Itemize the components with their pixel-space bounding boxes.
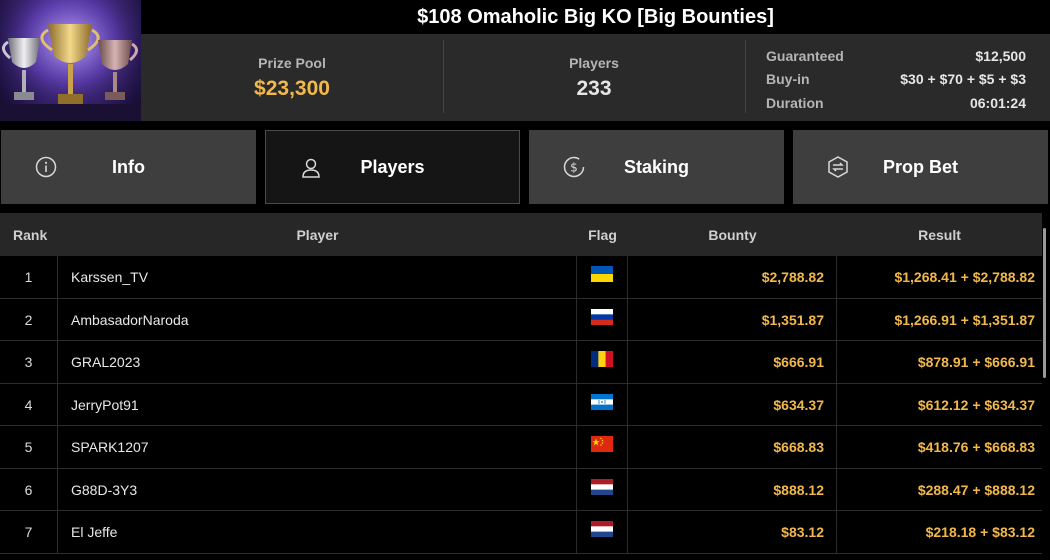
- tab-staking[interactable]: $ Staking: [529, 130, 784, 204]
- detail-value: $12,500: [975, 47, 1026, 64]
- bounty-cell: $668.83: [628, 426, 837, 468]
- column-header-rank[interactable]: Rank: [13, 213, 47, 256]
- detail-buy-in: Buy-in $30 + $70 + $5 + $3: [766, 68, 1026, 92]
- flag-romania-icon: [591, 351, 613, 367]
- result-cell: $418.76 + $668.83: [917, 439, 1035, 455]
- tournament-title: $108 Omaholic Big KO [Big Bounties]: [141, 0, 1050, 34]
- bounty-cell: $666.91: [628, 341, 837, 383]
- bounty-cell: $634.37: [628, 383, 837, 426]
- result-cell: $1,266.91 + $1,351.87: [894, 311, 1035, 328]
- tournament-trophy-image: [0, 0, 141, 121]
- player-name-cell[interactable]: GRAL2023: [58, 341, 577, 383]
- flag-cell: [577, 468, 628, 511]
- tab-label: Players: [360, 156, 425, 177]
- divider: [745, 40, 746, 113]
- prize-pool-label: Prize Pool: [258, 54, 326, 71]
- flag-cell: [577, 511, 628, 553]
- column-header-player[interactable]: Player: [58, 213, 577, 256]
- detail-value: 06:01:24: [969, 94, 1026, 111]
- prize-pool-value: $23,300: [254, 76, 330, 100]
- tournament-info-strip: Prize Pool $23,300 Players 233 Guarantee…: [141, 34, 1050, 121]
- player-name-cell[interactable]: JerryPot91: [58, 383, 577, 426]
- dollar-coin-icon: $: [563, 156, 585, 178]
- scrollbar[interactable]: [1043, 228, 1046, 378]
- players-table: Rank Player Flag Bounty Result 1 Karssen…: [0, 213, 1050, 560]
- trophy-icon: [0, 0, 141, 121]
- column-header-result[interactable]: Result: [837, 213, 1042, 256]
- tab-label: Info: [112, 156, 145, 177]
- flag-russia-icon: [591, 308, 613, 325]
- rank-cell: 7: [0, 511, 58, 553]
- table-header: Rank Player Flag Bounty Result: [0, 213, 1042, 256]
- svg-text:$: $: [570, 161, 578, 175]
- bounty-cell: $2,788.82: [628, 256, 837, 298]
- detail-label: Duration: [766, 94, 824, 111]
- flag-cell: [577, 383, 628, 426]
- detail-label: Buy-in: [766, 71, 810, 88]
- rank-cell: 4: [0, 383, 58, 426]
- table-row[interactable]: 7 El Jeffe $83.12 $218.18 + $83.12: [0, 511, 1042, 554]
- detail-duration: Duration 06:01:24: [766, 91, 1026, 115]
- tab-prop-bet[interactable]: Prop Bet: [793, 130, 1048, 204]
- flag-cell: [577, 256, 628, 298]
- table-row[interactable]: 3 GRAL2023 $666.91 $878.91 + $666.91: [0, 341, 1042, 384]
- result-cell: $288.47 + $888.12: [917, 481, 1035, 498]
- flag-netherlands-icon: [591, 478, 613, 495]
- tab-players[interactable]: Players: [265, 130, 520, 204]
- flag-ukraine-icon: [591, 266, 613, 282]
- rank-cell: 3: [0, 341, 58, 383]
- info-icon: [35, 156, 57, 178]
- result-cell: $612.12 + $634.37: [917, 396, 1035, 413]
- user-icon: [302, 158, 320, 178]
- table-row[interactable]: 5 SPARK1207 $668.83 $418.76 + $668.83: [0, 426, 1042, 469]
- player-name-cell[interactable]: AmbasadorNaroda: [58, 298, 577, 341]
- flag-netherlands-icon: [591, 521, 613, 537]
- player-name-cell[interactable]: SPARK1207: [58, 426, 577, 468]
- rank-cell: 1: [0, 256, 58, 298]
- bounty-cell: $1,351.87: [628, 298, 837, 341]
- players-stat: Players 233: [443, 34, 745, 121]
- players-label: Players: [569, 54, 619, 71]
- rank-cell: 6: [0, 468, 58, 511]
- rank-cell: 2: [0, 298, 58, 341]
- table-row[interactable]: 4 JerryPot91 $634.37 $612.12 + $634.37: [0, 383, 1042, 426]
- player-name-cell[interactable]: El Jeffe: [58, 511, 577, 553]
- column-header-bounty[interactable]: Bounty: [628, 213, 837, 256]
- prop-bet-icon: [828, 156, 848, 178]
- table-row[interactable]: 6 G88D-3Y3 $888.12 $288.47 + $888.12: [0, 468, 1042, 511]
- bounty-cell: $888.12: [628, 468, 837, 511]
- tab-label: Prop Bet: [882, 156, 958, 177]
- flag-cell: [577, 298, 628, 341]
- result-cell: $1,268.41 + $2,788.82: [894, 269, 1035, 285]
- table-body: 1 Karssen_TV $2,788.82 $1,268.41 + $2,78…: [0, 256, 1042, 554]
- tournament-details: Guaranteed $12,500 Buy-in $30 + $70 + $5…: [766, 44, 1026, 115]
- flag-cell: [577, 426, 628, 468]
- player-name-cell[interactable]: G88D-3Y3: [58, 468, 577, 511]
- player-name-cell[interactable]: Karssen_TV: [58, 256, 577, 298]
- column-header-flag[interactable]: Flag: [577, 213, 628, 256]
- result-cell: $878.91 + $666.91: [917, 354, 1035, 370]
- table-row[interactable]: 1 Karssen_TV $2,788.82 $1,268.41 + $2,78…: [0, 256, 1042, 299]
- bounty-cell: $83.12: [628, 511, 837, 553]
- detail-guaranteed: Guaranteed $12,500: [766, 44, 1026, 68]
- tab-label: Staking: [623, 156, 689, 177]
- flag-cell: [577, 341, 628, 383]
- tab-info[interactable]: Info: [1, 130, 256, 204]
- table-row[interactable]: 2 AmbasadorNaroda $1,351.87 $1,266.91 + …: [0, 298, 1042, 341]
- result-cell: $218.18 + $83.12: [925, 524, 1035, 540]
- flag-honduras-icon: [591, 393, 613, 410]
- players-value: 233: [576, 76, 612, 100]
- rank-cell: 5: [0, 426, 58, 468]
- prize-pool-stat: Prize Pool $23,300: [141, 34, 443, 121]
- detail-label: Guaranteed: [766, 47, 844, 64]
- flag-china-icon: [591, 436, 613, 452]
- detail-value: $30 + $70 + $5 + $3: [900, 71, 1026, 88]
